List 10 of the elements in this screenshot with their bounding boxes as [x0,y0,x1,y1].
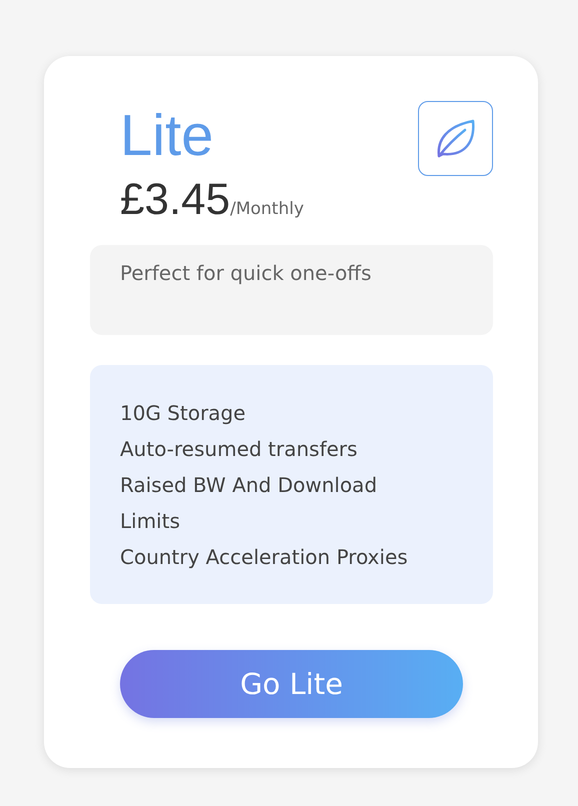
feature-item: Raised BW And Download Limits [120,472,378,535]
billing-period: /Monthly [230,199,304,219]
feature-item: 10G Storage [120,400,247,427]
plan-description: Perfect for quick one-offs [120,261,372,285]
leaf-icon [418,101,493,176]
feature-item: Auto-resumed transfers [120,436,358,463]
feature-item: Country Acceleration Proxies [120,544,409,571]
plan-name: Lite [120,102,215,170]
go-lite-button[interactable]: Go Lite [120,650,463,718]
plan-price: £3.45 [120,174,230,226]
